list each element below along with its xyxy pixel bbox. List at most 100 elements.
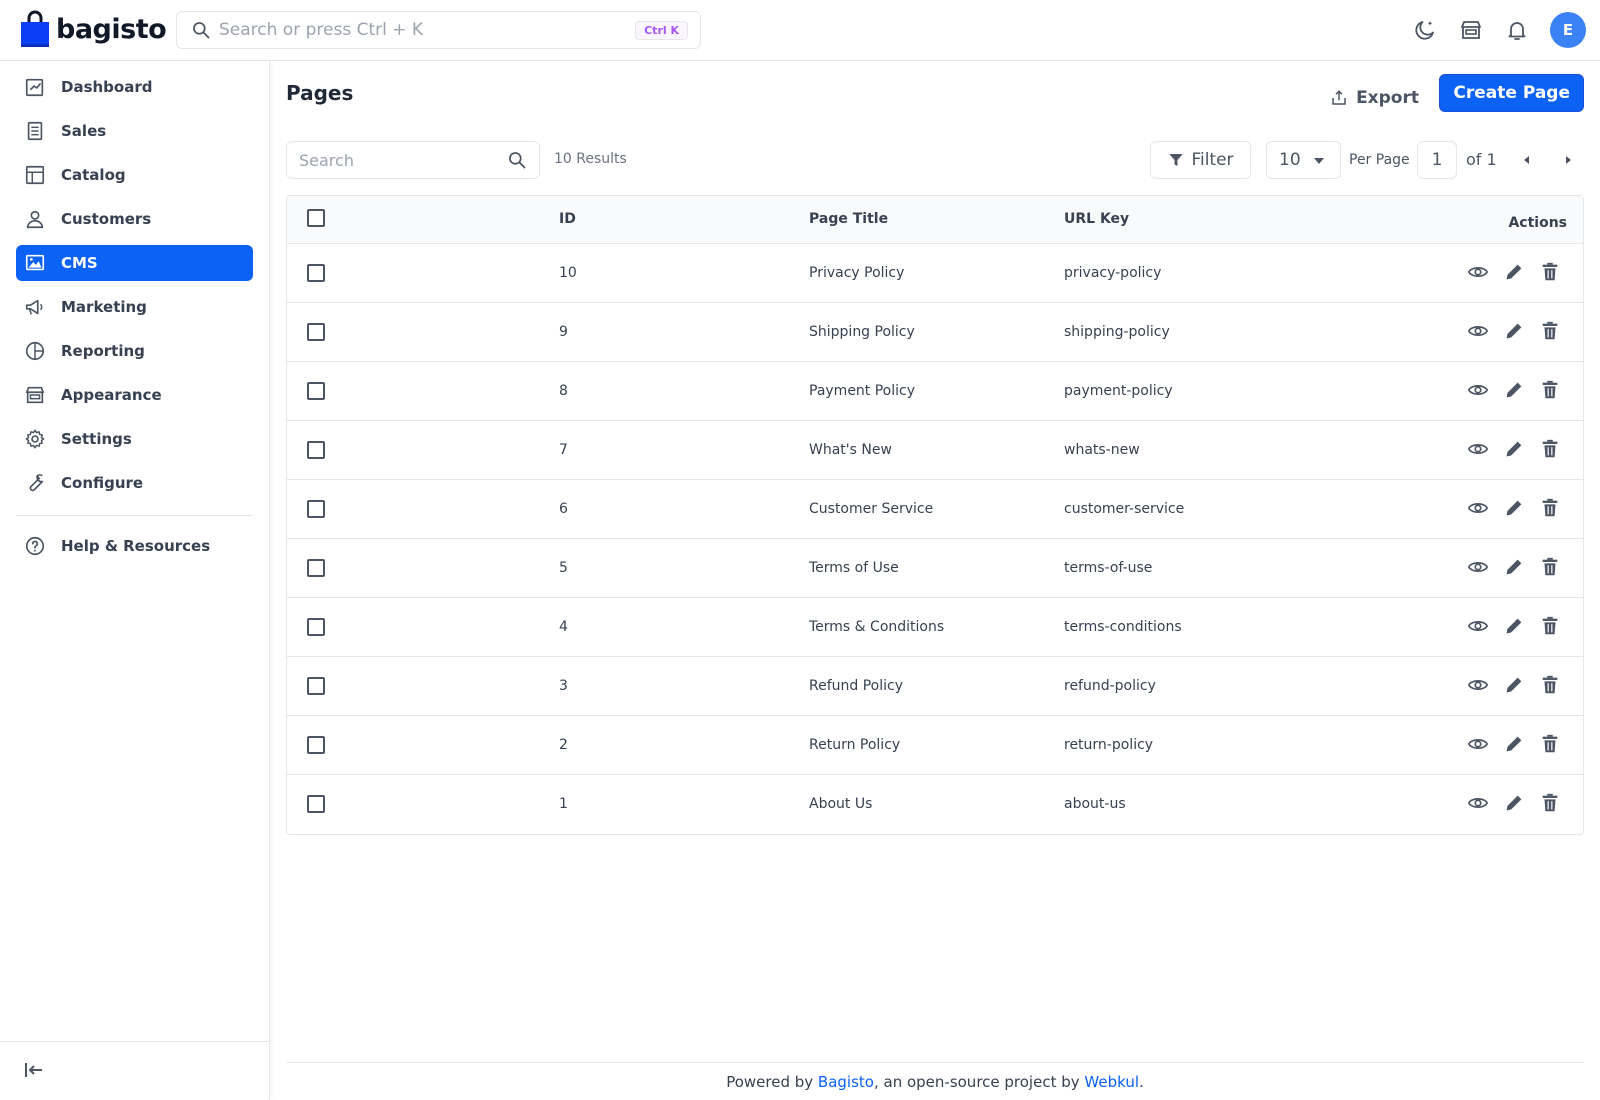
row-checkbox[interactable] (307, 559, 325, 577)
view-icon[interactable] (1467, 438, 1489, 460)
column-header-actions: Actions (1508, 215, 1567, 231)
sidebar-item-label: Catalog (61, 166, 126, 184)
previous-page-icon[interactable] (1520, 153, 1534, 167)
edit-icon[interactable] (1503, 438, 1525, 460)
row-actions (1467, 497, 1561, 519)
search-icon[interactable] (507, 150, 527, 170)
row-checkbox[interactable] (307, 795, 325, 813)
delete-icon[interactable] (1539, 556, 1561, 578)
column-header-url-key[interactable]: URL Key (1064, 211, 1129, 227)
view-icon[interactable] (1467, 556, 1489, 578)
delete-icon[interactable] (1539, 438, 1561, 460)
row-checkbox[interactable] (307, 323, 325, 341)
select-all-checkbox[interactable] (307, 209, 325, 227)
cms-icon (24, 252, 46, 274)
edit-icon[interactable] (1503, 320, 1525, 342)
next-page-icon[interactable] (1561, 153, 1575, 167)
row-checkbox[interactable] (307, 618, 325, 636)
cell-page-title: Terms of Use (809, 560, 899, 576)
edit-icon[interactable] (1503, 497, 1525, 519)
storefront-icon[interactable] (1458, 17, 1484, 43)
cell-url-key: about-us (1064, 796, 1126, 812)
view-icon[interactable] (1467, 261, 1489, 283)
export-button[interactable]: Export (1330, 79, 1419, 117)
cell-page-title: Customer Service (809, 501, 934, 517)
row-checkbox[interactable] (307, 382, 325, 400)
cell-url-key: return-policy (1064, 737, 1154, 753)
table-row: 4 Terms & Conditions terms-conditions (287, 598, 1583, 657)
user-avatar[interactable]: E (1550, 12, 1586, 48)
cell-url-key: privacy-policy (1064, 265, 1162, 281)
global-search[interactable]: Ctrl K (176, 11, 701, 49)
view-icon[interactable] (1467, 792, 1489, 814)
edit-icon[interactable] (1503, 261, 1525, 283)
row-checkbox[interactable] (307, 677, 325, 695)
dark-mode-icon[interactable] (1412, 17, 1438, 43)
bagisto-link[interactable]: Bagisto (818, 1073, 874, 1091)
sidebar-item-label: Reporting (61, 342, 145, 360)
delete-icon[interactable] (1539, 497, 1561, 519)
collapse-sidebar-icon[interactable] (22, 1058, 46, 1082)
row-checkbox[interactable] (307, 264, 325, 282)
edit-icon[interactable] (1503, 792, 1525, 814)
view-icon[interactable] (1467, 615, 1489, 637)
table-search[interactable] (286, 141, 540, 179)
sidebar-item-customers[interactable]: Customers (16, 201, 253, 237)
dashboard-icon (24, 76, 46, 98)
delete-icon[interactable] (1539, 379, 1561, 401)
edit-icon[interactable] (1503, 674, 1525, 696)
cell-url-key: refund-policy (1064, 678, 1156, 694)
sidebar-item-marketing[interactable]: Marketing (16, 289, 253, 325)
delete-icon[interactable] (1539, 674, 1561, 696)
delete-icon[interactable] (1539, 320, 1561, 342)
global-search-input[interactable] (219, 20, 636, 40)
edit-icon[interactable] (1503, 615, 1525, 637)
sidebar-item-dashboard[interactable]: Dashboard (16, 69, 253, 105)
notification-icon[interactable] (1504, 17, 1530, 43)
sidebar-item-label: Configure (61, 474, 144, 492)
view-icon[interactable] (1467, 674, 1489, 696)
sidebar-item-label: Dashboard (61, 78, 153, 96)
row-actions (1467, 261, 1561, 283)
cell-url-key: customer-service (1064, 501, 1185, 517)
delete-icon[interactable] (1539, 615, 1561, 637)
sidebar-item-label: Marketing (61, 298, 147, 316)
column-header-id[interactable]: ID (559, 211, 576, 227)
table-search-input[interactable] (299, 150, 507, 170)
footer-middle: , an open-source project by (873, 1073, 1085, 1091)
delete-icon[interactable] (1539, 733, 1561, 755)
sidebar-item-label: Sales (61, 122, 107, 140)
view-icon[interactable] (1467, 733, 1489, 755)
view-icon[interactable] (1467, 320, 1489, 342)
column-header-page-title[interactable]: Page Title (809, 211, 888, 227)
delete-icon[interactable] (1539, 792, 1561, 814)
row-checkbox[interactable] (307, 441, 325, 459)
create-page-button[interactable]: Create Page (1439, 74, 1584, 112)
page-title: Pages (286, 81, 354, 105)
row-checkbox[interactable] (307, 736, 325, 754)
view-icon[interactable] (1467, 379, 1489, 401)
sidebar-item-catalog[interactable]: Catalog (16, 157, 253, 193)
webkul-link[interactable]: Webkul (1084, 1073, 1139, 1091)
sidebar-item-configure[interactable]: Configure (16, 465, 253, 501)
sidebar-item-settings[interactable]: Settings (16, 421, 253, 457)
cell-page-title: Terms & Conditions (809, 619, 945, 635)
edit-icon[interactable] (1503, 556, 1525, 578)
sidebar-item-cms[interactable]: CMS (16, 245, 253, 281)
filter-button[interactable]: Filter (1150, 141, 1251, 179)
page-number-input[interactable] (1417, 141, 1457, 179)
sidebar-item-appearance[interactable]: Appearance (16, 377, 253, 413)
row-checkbox[interactable] (307, 500, 325, 518)
per-page-select[interactable]: 10 (1266, 141, 1341, 179)
edit-icon[interactable] (1503, 733, 1525, 755)
cell-page-title: Payment Policy (809, 383, 916, 399)
sidebar-item-sales[interactable]: Sales (16, 113, 253, 149)
sidebar-item-help[interactable]: Help & Resources (16, 528, 253, 564)
view-icon[interactable] (1467, 497, 1489, 519)
sidebar-item-reporting[interactable]: Reporting (16, 333, 253, 369)
row-actions (1467, 615, 1561, 637)
table-row: 6 Customer Service customer-service (287, 480, 1583, 539)
edit-icon[interactable] (1503, 379, 1525, 401)
brand-logo[interactable]: bagisto (20, 10, 167, 48)
delete-icon[interactable] (1539, 261, 1561, 283)
